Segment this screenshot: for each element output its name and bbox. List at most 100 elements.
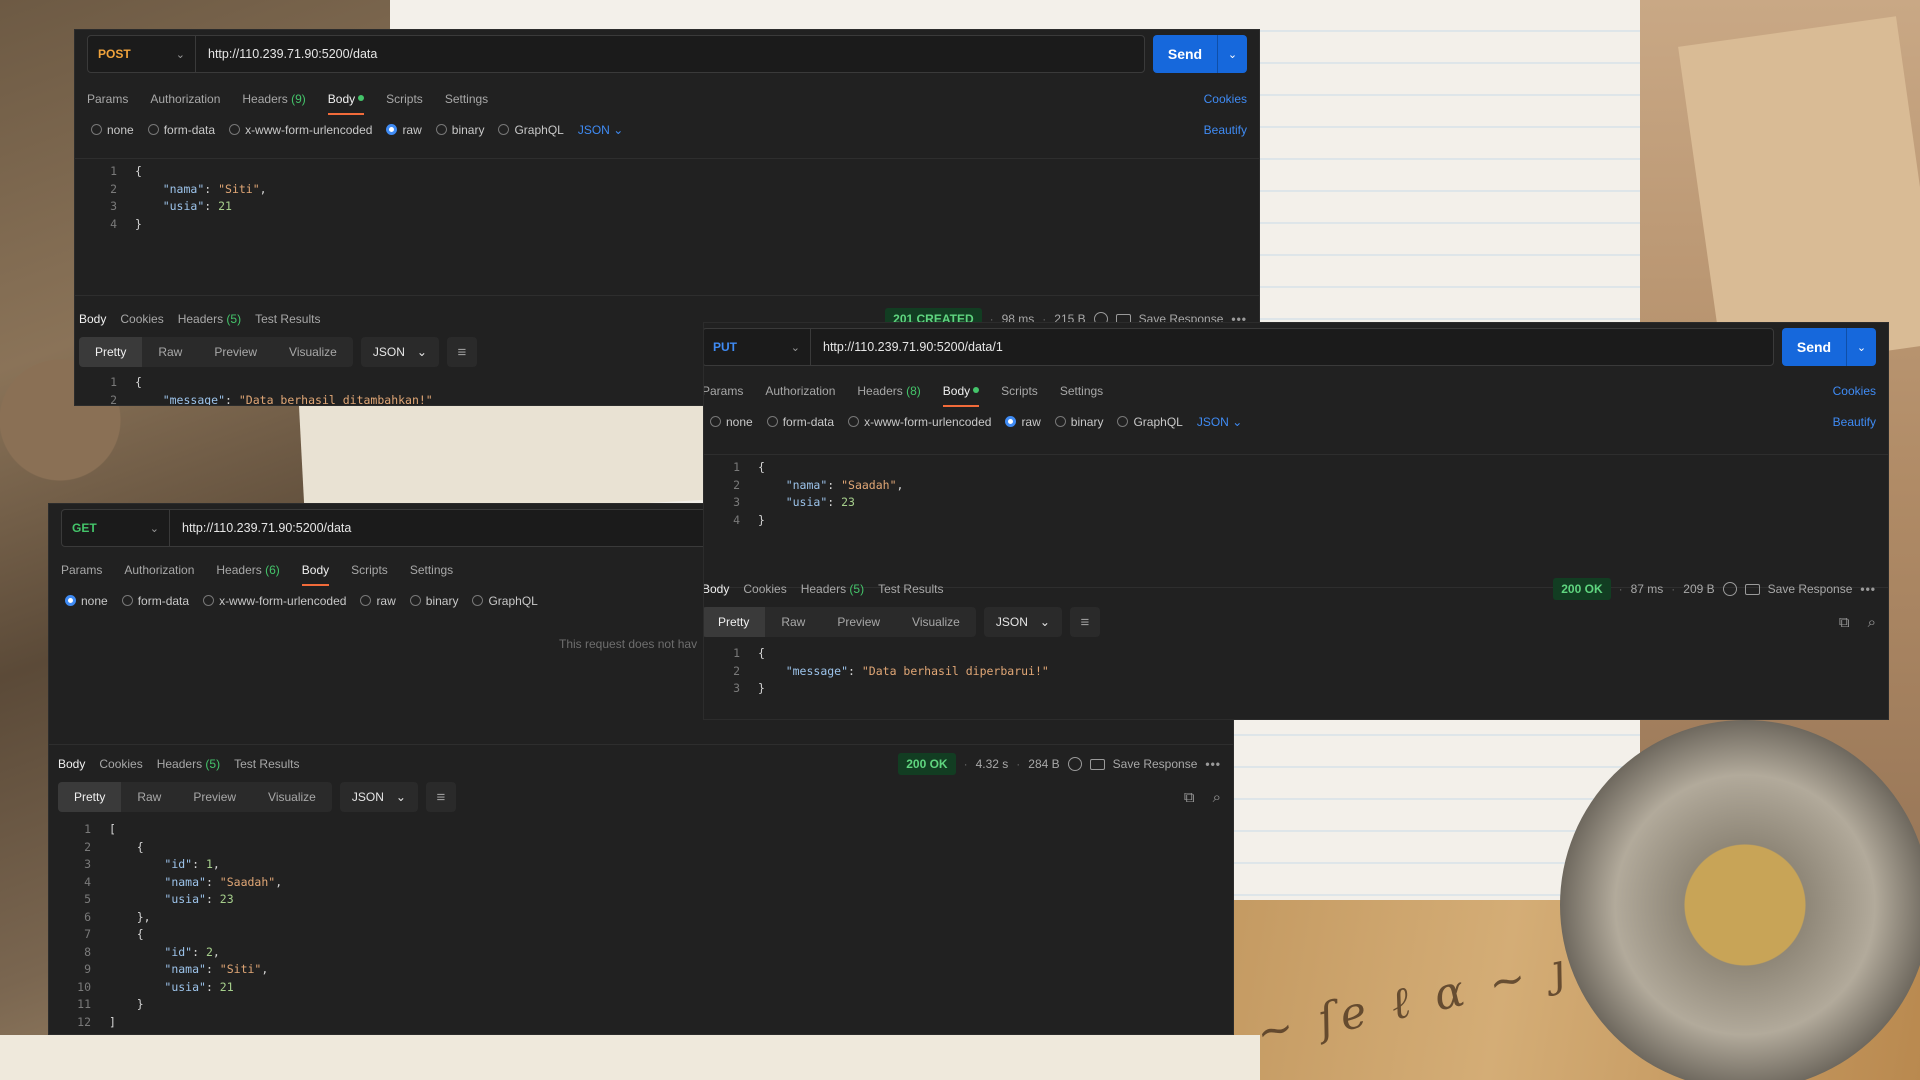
radio-binary[interactable]: binary: [409, 594, 458, 608]
radio-graphql[interactable]: GraphQL: [472, 594, 538, 608]
resp-tab-cookies[interactable]: Cookies: [120, 312, 163, 326]
request-body-editor[interactable]: 1{2 "nama": "Siti", 3 "usia": 21 4}: [75, 158, 1259, 296]
search-icon[interactable]: ⌕: [1213, 789, 1221, 806]
beautify-link[interactable]: Beautify: [1204, 123, 1247, 137]
radio-form-data[interactable]: form-data: [766, 415, 834, 429]
radio-raw[interactable]: raw: [360, 594, 396, 608]
view-pretty[interactable]: Pretty: [79, 337, 143, 367]
send-button[interactable]: Send: [1782, 328, 1846, 366]
search-icon[interactable]: ⌕: [1868, 614, 1876, 631]
send-dropdown-button[interactable]: ⌄: [1846, 328, 1876, 366]
resp-tab-headers[interactable]: Headers (5): [801, 582, 864, 596]
resp-tab-cookies[interactable]: Cookies: [743, 582, 786, 596]
view-pretty[interactable]: Pretty: [58, 782, 122, 812]
view-visualize[interactable]: Visualize: [252, 782, 332, 812]
resp-tab-body[interactable]: Body: [79, 312, 106, 326]
tab-authorization[interactable]: Authorization: [765, 380, 835, 402]
tab-params[interactable]: Params: [87, 88, 128, 110]
more-options-icon[interactable]: •••: [1860, 582, 1876, 596]
beautify-link[interactable]: Beautify: [1833, 415, 1876, 429]
radio-graphql[interactable]: GraphQL: [1117, 415, 1183, 429]
globe-icon[interactable]: [1067, 757, 1082, 771]
radio-raw[interactable]: raw: [386, 123, 422, 137]
tab-headers[interactable]: Headers (6): [216, 559, 279, 581]
view-visualize[interactable]: Visualize: [896, 607, 976, 637]
status-badge[interactable]: 200 OK: [1553, 578, 1611, 600]
resp-tab-body[interactable]: Body: [704, 582, 729, 596]
globe-icon[interactable]: [1722, 582, 1737, 596]
copy-icon[interactable]: ⧉: [1184, 789, 1195, 806]
tab-authorization[interactable]: Authorization: [150, 88, 220, 110]
save-response-button[interactable]: Save Response: [1768, 582, 1853, 596]
tab-params[interactable]: Params: [61, 559, 102, 581]
cookies-link[interactable]: Cookies: [1204, 92, 1247, 106]
resp-tab-tests[interactable]: Test Results: [255, 312, 320, 326]
url-input[interactable]: http://110.239.71.90:5200/data: [196, 47, 377, 61]
save-response-button[interactable]: Save Response: [1113, 757, 1198, 771]
response-format-select[interactable]: JSON ⌄: [983, 607, 1062, 637]
tab-settings[interactable]: Settings: [410, 559, 453, 581]
tab-scripts[interactable]: Scripts: [1001, 380, 1038, 402]
tab-settings[interactable]: Settings: [445, 88, 488, 110]
radio-urlencoded[interactable]: x-www-form-urlencoded: [848, 415, 991, 429]
tab-settings[interactable]: Settings: [1060, 380, 1103, 402]
tab-headers[interactable]: Headers (8): [857, 380, 920, 402]
raw-language-select[interactable]: JSON ⌄: [578, 123, 623, 137]
send-button[interactable]: Send: [1153, 35, 1217, 73]
view-preview[interactable]: Preview: [198, 337, 273, 367]
radio-none[interactable]: none: [65, 594, 108, 608]
method-select[interactable]: PUT ⌄: [704, 329, 811, 365]
method-select[interactable]: POST ⌄: [88, 36, 196, 72]
view-raw[interactable]: Raw: [765, 607, 821, 637]
radio-none[interactable]: none: [91, 123, 134, 137]
method-select[interactable]: GET ⌄: [62, 510, 170, 546]
tab-body[interactable]: Body: [327, 88, 365, 115]
radio-urlencoded[interactable]: x-www-form-urlencoded: [203, 594, 346, 608]
tab-authorization[interactable]: Authorization: [124, 559, 194, 581]
response-format-select[interactable]: JSON ⌄: [339, 782, 418, 812]
send-dropdown-button[interactable]: ⌄: [1217, 35, 1247, 73]
url-input[interactable]: http://110.239.71.90:5200/data: [170, 521, 351, 535]
radio-binary[interactable]: binary: [435, 123, 484, 137]
resp-tab-headers[interactable]: Headers (5): [157, 757, 220, 771]
response-time[interactable]: 87 ms: [1631, 582, 1664, 596]
view-raw[interactable]: Raw: [142, 337, 198, 367]
response-time[interactable]: 4.32 s: [976, 757, 1009, 771]
copy-icon[interactable]: ⧉: [1839, 614, 1850, 631]
cookies-link[interactable]: Cookies: [1833, 384, 1876, 398]
more-options-icon[interactable]: •••: [1205, 757, 1221, 771]
tab-headers[interactable]: Headers (9): [242, 88, 305, 110]
response-format-select[interactable]: JSON ⌄: [360, 337, 439, 367]
resp-tab-cookies[interactable]: Cookies: [99, 757, 142, 771]
resp-tab-headers[interactable]: Headers (5): [178, 312, 241, 326]
resp-tab-body[interactable]: Body: [58, 757, 85, 771]
url-input[interactable]: http://110.239.71.90:5200/data/1: [811, 340, 1003, 354]
tab-body[interactable]: Body: [301, 559, 330, 586]
radio-binary[interactable]: binary: [1054, 415, 1103, 429]
radio-form-data[interactable]: form-data: [121, 594, 189, 608]
view-raw[interactable]: Raw: [121, 782, 177, 812]
resp-tab-tests[interactable]: Test Results: [234, 757, 299, 771]
resp-tab-tests[interactable]: Test Results: [878, 582, 943, 596]
tab-params[interactable]: Params: [704, 380, 743, 402]
radio-graphql[interactable]: GraphQL: [498, 123, 564, 137]
response-size[interactable]: 284 B: [1028, 757, 1059, 771]
view-preview[interactable]: Preview: [177, 782, 252, 812]
wrap-lines-icon[interactable]: ≡: [1069, 607, 1100, 637]
radio-none[interactable]: none: [710, 415, 753, 429]
view-pretty[interactable]: Pretty: [704, 607, 766, 637]
request-body-editor[interactable]: 1{2 "nama": "Saadah", 3 "usia": 23 4}: [704, 454, 1888, 588]
radio-urlencoded[interactable]: x-www-form-urlencoded: [229, 123, 372, 137]
tab-scripts[interactable]: Scripts: [351, 559, 388, 581]
radio-raw[interactable]: raw: [1005, 415, 1041, 429]
wrap-lines-icon[interactable]: ≡: [446, 337, 477, 367]
radio-form-data[interactable]: form-data: [147, 123, 215, 137]
view-preview[interactable]: Preview: [821, 607, 896, 637]
response-size[interactable]: 209 B: [1683, 582, 1714, 596]
tab-body[interactable]: Body: [942, 380, 980, 407]
wrap-lines-icon[interactable]: ≡: [425, 782, 456, 812]
tab-scripts[interactable]: Scripts: [386, 88, 423, 110]
raw-language-select[interactable]: JSON ⌄: [1197, 415, 1242, 429]
view-visualize[interactable]: Visualize: [273, 337, 353, 367]
status-badge[interactable]: 200 OK: [898, 753, 956, 775]
